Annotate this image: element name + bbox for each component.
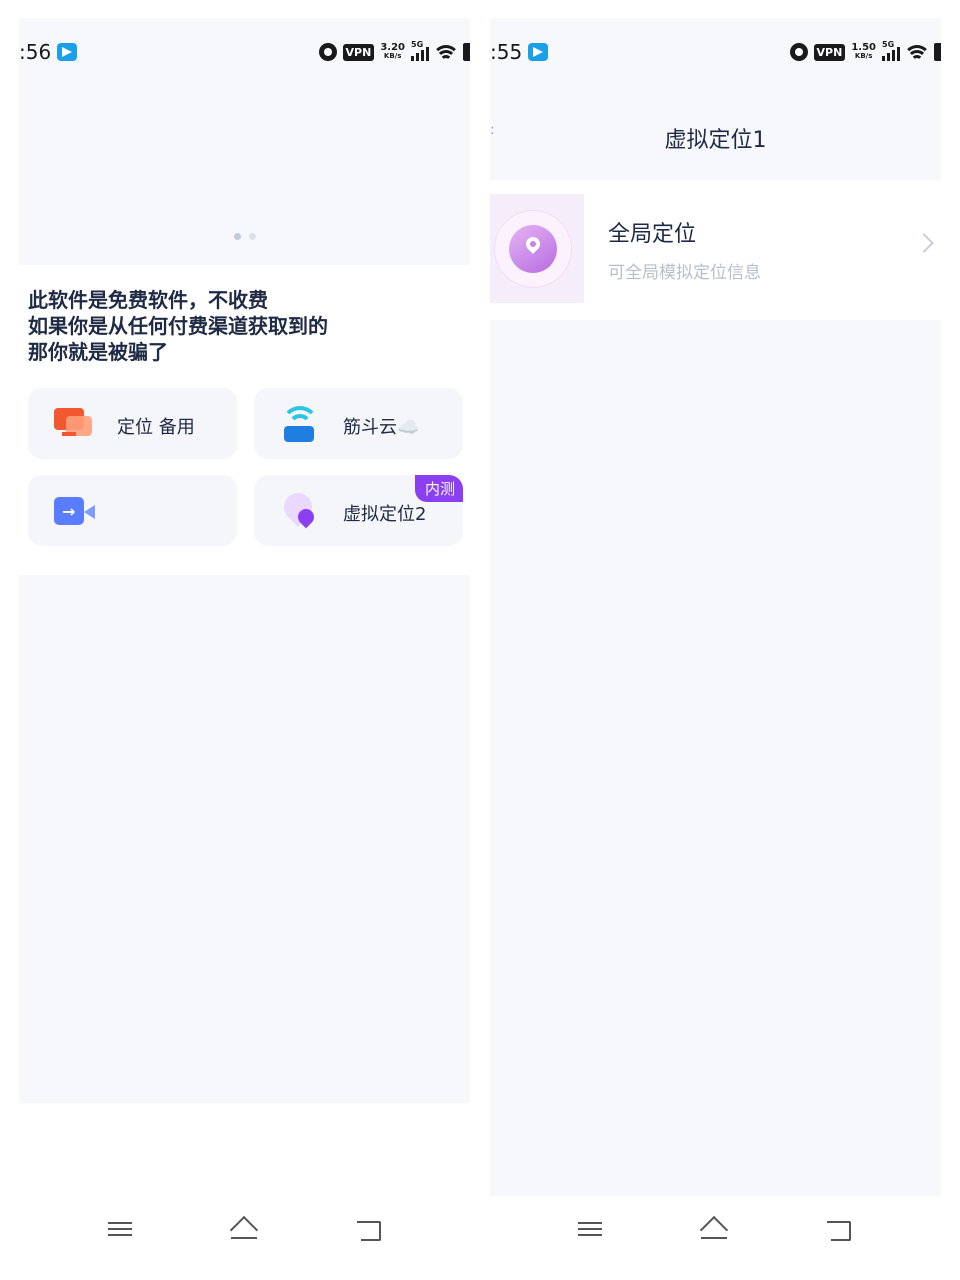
alarm-icon <box>789 43 808 61</box>
tile-label: 定位 备用 <box>117 417 195 438</box>
top-app-bar: : 虚拟定位1 <box>490 88 941 180</box>
notice-line: 那你就是被骗了 <box>28 340 168 364</box>
location-pin-icon <box>278 487 320 529</box>
location-pin-icon <box>509 225 557 273</box>
item-title: 全局定位 <box>608 222 697 247</box>
signal-icon: 5G <box>882 40 900 61</box>
network-type: 5G <box>882 40 895 49</box>
item-subtitle: 可全局模拟定位信息 <box>608 263 761 283</box>
right-screen: :55 VPN 1.50 KB/s 5G : 虚拟定位1 全局定位 可全局模拟定… <box>490 18 941 1196</box>
network-type: 5G <box>411 40 424 49</box>
wifi-icon <box>435 43 457 61</box>
wifi-tower-icon <box>280 406 320 442</box>
monitor-icon <box>54 406 94 442</box>
menu-button[interactable] <box>108 1218 136 1242</box>
battery-icon <box>934 43 941 61</box>
network-speed: 1.50 KB/s <box>851 43 876 61</box>
back-button[interactable] <box>357 1218 385 1242</box>
notice-line: 此软件是免费软件，不收费 <box>28 288 268 312</box>
carousel-dot <box>234 233 241 240</box>
wifi-icon <box>906 43 928 61</box>
left-screen: :56 VPN 3.20 KB/s 5G 此软件是免费软件，不收费 如果你是从任… <box>19 18 470 1103</box>
tile-label: 虚拟定位2 <box>343 504 427 525</box>
notice-line: 如果你是从任何付费渠道获取到的 <box>28 314 328 338</box>
battery-icon <box>463 43 470 61</box>
network-speed-unit: KB/s <box>383 52 402 60</box>
signal-icon: 5G <box>411 40 429 61</box>
telegram-icon <box>57 43 77 61</box>
beta-badge: 内测 <box>414 475 463 502</box>
back-button[interactable] <box>827 1218 855 1242</box>
list-item-global-location[interactable]: 全局定位 可全局模拟定位信息 <box>490 194 941 304</box>
telegram-icon <box>528 43 548 61</box>
status-bar: :56 VPN 3.20 KB/s 5G <box>19 18 470 88</box>
network-speed: 3.20 KB/s <box>380 43 405 61</box>
carousel-dot <box>249 233 256 240</box>
vpn-icon: VPN <box>342 43 375 61</box>
navigation-bar <box>0 1200 480 1260</box>
network-speed-unit: KB/s <box>854 52 873 60</box>
tile-label: 筋斗云☁️ <box>343 417 420 438</box>
network-speed-value: 3.20 <box>380 42 405 53</box>
chevron-right-icon <box>914 233 934 253</box>
vpn-icon: VPN <box>813 43 846 61</box>
main-content: 此软件是免费软件，不收费 如果你是从任何付费渠道获取到的 那你就是被骗了 定位 … <box>19 265 470 575</box>
navigation-bar <box>470 1200 950 1260</box>
status-time: :56 <box>19 40 52 64</box>
alarm-icon <box>318 43 337 61</box>
tile-location-backup[interactable]: 定位 备用 <box>28 388 237 459</box>
feature-list: 全局定位 可全局模拟定位信息 <box>490 180 941 320</box>
home-button[interactable] <box>229 1215 259 1245</box>
tile-video[interactable]: → <box>28 475 237 546</box>
item-thumbnail <box>490 194 584 303</box>
notice-text: 此软件是免费软件，不收费 如果你是从任何付费渠道获取到的 那你就是被骗了 <box>28 287 328 365</box>
carousel-indicator <box>234 233 256 240</box>
banner-carousel[interactable] <box>19 88 470 265</box>
status-icons: VPN 3.20 KB/s 5G <box>318 40 470 64</box>
network-speed-value: 1.50 <box>851 42 876 53</box>
page-title: 虚拟定位1 <box>664 128 767 153</box>
status-time: :55 <box>490 40 523 64</box>
tile-jindouyun[interactable]: 筋斗云☁️ <box>254 388 463 459</box>
tile-virtual-location-2[interactable]: 虚拟定位2 内测 <box>254 475 463 546</box>
menu-button[interactable] <box>578 1218 606 1242</box>
status-bar: :55 VPN 1.50 KB/s 5G <box>490 18 941 88</box>
status-icons: VPN 1.50 KB/s 5G <box>789 40 941 64</box>
home-button[interactable] <box>699 1215 729 1245</box>
video-forward-icon: → <box>54 493 95 529</box>
